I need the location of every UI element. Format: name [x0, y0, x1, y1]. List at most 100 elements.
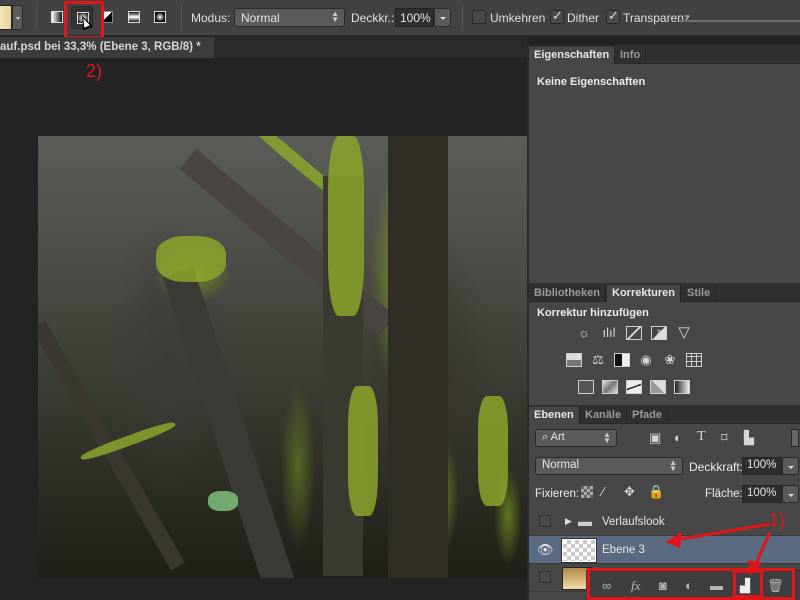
filter-type-layers-icon[interactable]: T	[697, 429, 706, 445]
photo-filter-icon[interactable]: ◉	[638, 353, 654, 367]
options-bar: Modus: Normal ▲ ▼ Deckkr.: 100% Umkehren …	[0, 0, 800, 39]
options-bar-edge	[680, 20, 800, 22]
tab-info[interactable]: Info	[615, 47, 647, 64]
brightness-contrast-icon[interactable]: ☼	[576, 326, 592, 340]
vibrance-icon[interactable]: ▽	[676, 325, 692, 340]
dither-label: Dither	[567, 11, 600, 25]
black-white-icon[interactable]	[614, 353, 630, 367]
select-arrows-icon: ▲ ▼	[331, 9, 339, 24]
reverse-label: Umkehren	[490, 11, 546, 25]
adjustments-title: Korrektur hinzufügen	[537, 307, 649, 319]
lock-position-move-icon[interactable]: ✥	[624, 484, 635, 500]
mode-select[interactable]: Normal ▲ ▼	[234, 8, 345, 27]
divider	[181, 5, 182, 31]
photo-moss	[156, 236, 226, 282]
tab-strip	[214, 37, 527, 58]
tab-bibliotheken[interactable]: Bibliotheken	[529, 285, 607, 302]
filter-toggle-switch[interactable]	[791, 429, 799, 447]
gradient-swatch[interactable]	[0, 5, 12, 30]
hue-saturation-icon[interactable]	[566, 353, 582, 367]
select-arrows-icon: ▲ ▼	[603, 430, 611, 445]
properties-message: Keine Eigenschaften	[537, 76, 646, 88]
transparency-label: Transparenz	[623, 11, 690, 25]
photo-moss	[348, 386, 378, 516]
expand-arrow-icon[interactable]: ▶	[565, 516, 572, 527]
selective-color-icon[interactable]	[650, 380, 666, 394]
adjustments-tab-bar: Bibliotheken Korrekturen Stile	[529, 283, 800, 302]
visibility-toggle[interactable]	[539, 571, 551, 583]
folder-icon: ▬	[578, 513, 592, 529]
layers-tab-bar: Ebenen Kanäle Pfade	[529, 405, 800, 424]
tab-pfade[interactable]: Pfade	[627, 407, 668, 424]
layer-opacity-input[interactable]: 100%	[742, 457, 782, 475]
diamond-gradient-button[interactable]	[149, 6, 171, 29]
layer-filter-value: Art	[550, 431, 565, 443]
threshold-icon[interactable]	[626, 380, 642, 394]
tab-korrekturen[interactable]: Korrekturen	[607, 285, 681, 302]
filter-adjustment-layers-icon[interactable]: ◐	[674, 430, 682, 445]
reflected-gradient-icon	[128, 11, 140, 23]
properties-tab-bar: Eigenschaften Info	[529, 45, 800, 64]
photo-trunk	[388, 136, 448, 578]
blend-mode-value: Normal	[542, 459, 580, 471]
layer-opacity-dropdown[interactable]	[782, 457, 799, 475]
new-group-folder-icon[interactable]: ▬	[710, 578, 723, 593]
color-balance-icon[interactable]: ⚖	[590, 353, 606, 367]
photo-moss	[478, 396, 508, 506]
filter-shape-layers-icon[interactable]: ⌑	[721, 430, 728, 446]
photo-moss	[328, 136, 364, 316]
levels-icon[interactable]: ılıl	[601, 326, 617, 340]
lock-label: Fixieren:	[535, 488, 580, 500]
transparency-checkbox[interactable]	[606, 8, 620, 24]
visibility-toggle[interactable]	[539, 515, 551, 527]
add-mask-icon[interactable]: ◙	[659, 578, 667, 593]
tab-ebenen[interactable]: Ebenen	[529, 407, 580, 424]
lock-transparency-icon[interactable]	[581, 486, 593, 498]
opacity-input[interactable]: 100%	[395, 8, 434, 27]
channel-mixer-icon[interactable]: ❀	[662, 353, 678, 367]
color-lookup-icon[interactable]	[686, 353, 702, 367]
lock-all-icon[interactable]: 🔒	[648, 484, 664, 500]
dither-checkbox[interactable]	[550, 8, 564, 24]
filter-smart-objects-icon[interactable]: ▙	[744, 430, 754, 446]
trash-icon[interactable]: 🗑	[767, 578, 784, 594]
tab-eigenschaften[interactable]: Eigenschaften	[529, 47, 616, 64]
reflected-gradient-button[interactable]	[123, 6, 145, 29]
layers-bottom-toolbar: ∞ fx ◙ ◐ ▬ ▟ 🗑	[586, 570, 800, 600]
lock-paint-brush-icon[interactable]: ⁄	[602, 484, 604, 499]
fill-input[interactable]: 100%	[742, 485, 782, 503]
opacity-dropdown-button[interactable]	[434, 8, 451, 27]
search-icon: ⌕	[542, 431, 551, 443]
link-layers-icon[interactable]: ∞	[602, 578, 611, 593]
divider	[462, 5, 463, 31]
angle-gradient-icon	[101, 11, 113, 23]
tab-stile[interactable]: Stile	[682, 285, 717, 302]
select-arrows-icon: ▲ ▼	[669, 458, 677, 473]
fill-dropdown[interactable]	[782, 485, 799, 503]
document-canvas-photo[interactable]	[38, 136, 527, 578]
fx-icon[interactable]: fx	[631, 578, 640, 594]
gradient-map-icon[interactable]	[674, 380, 690, 394]
reverse-checkbox[interactable]	[472, 10, 486, 24]
exposure-icon[interactable]: ±	[651, 326, 667, 340]
layer-row-ebene-3[interactable]: 👁 Ebene 3	[529, 536, 800, 564]
document-title: auf.psd bei 33,3% (Ebene 3, RGB/8) *	[0, 41, 201, 53]
posterize-icon[interactable]	[602, 380, 618, 394]
invert-icon[interactable]	[578, 380, 594, 394]
divider	[36, 5, 37, 31]
filter-pixel-layers-icon[interactable]: ▣	[649, 430, 661, 446]
eye-visibility-icon[interactable]: 👁	[537, 542, 554, 558]
document-tab[interactable]: auf.psd bei 33,3% (Ebene 3, RGB/8) *	[0, 37, 214, 58]
blend-mode-select[interactable]: Normal ▲ ▼	[535, 457, 683, 475]
angle-gradient-button[interactable]	[96, 6, 118, 29]
tab-kanaele[interactable]: Kanäle	[580, 407, 628, 424]
new-adjustment-layer-icon[interactable]: ◐	[685, 578, 693, 593]
new-layer-icon[interactable]: ▟	[740, 578, 750, 594]
gradient-picker-dropdown[interactable]	[12, 5, 23, 30]
opacity-label: Deckkr.:	[351, 11, 395, 25]
layer-filter-select[interactable]: ⌕ Art ▲ ▼	[535, 429, 617, 447]
photo-leaf	[208, 491, 238, 511]
curves-icon[interactable]	[626, 326, 642, 340]
linear-gradient-button[interactable]	[46, 6, 68, 29]
layer-row-verlaufslook[interactable]: ▶ ▬ Verlaufslook	[529, 508, 800, 536]
